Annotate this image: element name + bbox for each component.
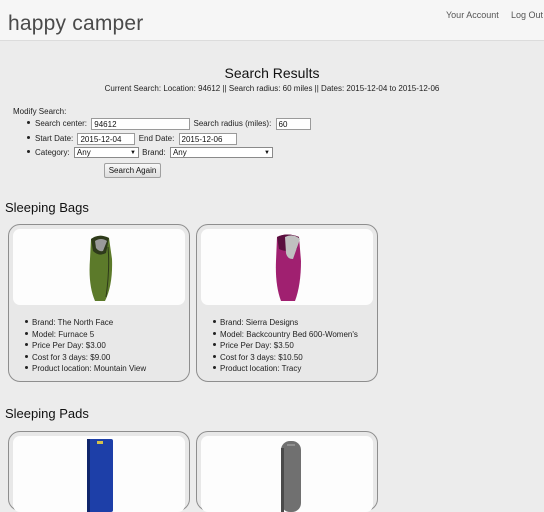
logout-link[interactable]: Log Out <box>511 10 543 20</box>
bullet-icon <box>25 331 28 335</box>
bullet-icon <box>213 320 216 324</box>
sleeping-bag-icon <box>89 235 113 301</box>
sleeping-pad-icon <box>281 441 301 512</box>
product-brand: Brand: The North Face <box>32 318 114 327</box>
bullet-icon <box>25 366 28 370</box>
bullet-icon <box>213 343 216 347</box>
product-image[interactable] <box>201 436 373 512</box>
product-image[interactable] <box>13 436 185 512</box>
pad-edge <box>87 439 90 512</box>
pad-body <box>87 439 113 512</box>
bullet-icon <box>213 354 216 358</box>
product-card[interactable] <box>196 431 378 512</box>
brand-label: Brand: <box>142 148 166 157</box>
chevron-down-icon: ▼ <box>129 150 136 157</box>
bullet-icon <box>25 354 28 358</box>
bullet-icon <box>27 150 30 154</box>
modify-search-label: Modify Search: <box>13 107 67 116</box>
bullet-icon <box>27 121 30 125</box>
end-date-label: End Date: <box>138 134 175 143</box>
chevron-down-icon: ▼ <box>264 150 270 157</box>
bullet-icon <box>25 320 28 324</box>
search-radius-input[interactable]: 60 <box>275 117 311 130</box>
product-model: Model: Furnace 5 <box>32 329 95 339</box>
search-radius-label: Search radius (miles): <box>193 119 272 128</box>
category-select[interactable]: Any ▼ <box>73 147 139 159</box>
product-price: Price Per Day: $3.00 <box>32 341 106 350</box>
product-model: Model: Backcountry Bed 600-Women's <box>220 329 358 339</box>
category-selected-value: Any <box>76 148 91 158</box>
product-cost: Cost for 3 days: $10.50 <box>220 352 303 362</box>
top-bar: happy camper Your Account Log Out <box>0 0 544 41</box>
product-card[interactable] <box>8 431 190 512</box>
product-price: Price Per Day: $3.50 <box>220 341 294 350</box>
bullet-icon <box>213 366 216 370</box>
product-cost: Cost for 3 days: $9.00 <box>32 352 111 362</box>
search-again-button[interactable]: Search Again <box>104 163 161 178</box>
product-location: Product location: Tracy <box>220 364 302 373</box>
bullet-icon <box>213 331 216 335</box>
search-center-label: Search center: <box>35 119 88 128</box>
product-details: Brand: The North Face Model: Furnace 5 P… <box>25 317 146 375</box>
form-row-dates: Start Date: 2015-12-04 End Date: 2015-12… <box>27 132 237 146</box>
bullet-icon <box>27 136 30 140</box>
end-date-input[interactable]: 2015-12-06 <box>178 132 237 145</box>
sleeping-bag-icon <box>275 234 301 301</box>
product-card[interactable]: Brand: Sierra Designs Model: Backcountry… <box>196 224 378 382</box>
section-title-sleeping-bags: Sleeping Bags <box>5 200 89 215</box>
start-date-label: Start Date: <box>35 134 74 143</box>
brand-selected-value: Any <box>172 148 187 158</box>
sleeping-pad-icon <box>87 439 113 512</box>
search-center-input[interactable]: 94612 <box>91 117 191 130</box>
product-image[interactable] <box>201 229 373 305</box>
category-label: Category: <box>35 148 70 157</box>
section-title-sleeping-pads: Sleeping Pads <box>5 406 89 421</box>
form-row-filters: Category: Any ▼ Brand: Any ▼ <box>27 146 273 160</box>
page-title: Search Results <box>224 65 320 81</box>
product-image[interactable] <box>13 229 185 305</box>
bullet-icon <box>25 343 28 347</box>
form-row-location: Search center: 94612 Search radius (mile… <box>27 117 311 131</box>
your-account-link[interactable]: Your Account <box>446 10 499 20</box>
start-date-input[interactable]: 2015-12-04 <box>77 132 136 145</box>
pad-edge <box>281 448 284 512</box>
product-brand: Brand: Sierra Designs <box>220 318 299 327</box>
pad-valve <box>287 444 295 446</box>
brand-select[interactable]: Any ▼ <box>169 147 273 159</box>
pad-valve <box>97 441 103 444</box>
current-search-summary: Current Search: Location: 94612 || Searc… <box>104 84 440 93</box>
brand-logo[interactable]: happy camper <box>8 12 143 36</box>
product-card[interactable]: Brand: The North Face Model: Furnace 5 P… <box>8 224 190 382</box>
product-details: Brand: Sierra Designs Model: Backcountry… <box>213 317 358 375</box>
product-location: Product location: Mountain View <box>32 364 147 373</box>
